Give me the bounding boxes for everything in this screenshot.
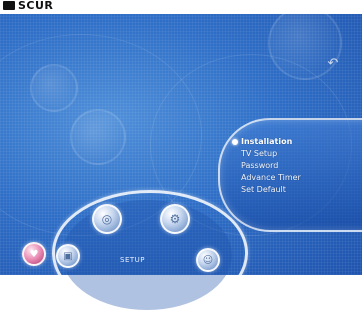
menu-item-password[interactable]: Password (232, 160, 301, 172)
menu-item-set-default[interactable]: Set Default (232, 184, 301, 196)
curved-arrow-icon: ↶ (327, 56, 339, 71)
setup-gear-icon[interactable]: ⚙ (160, 204, 190, 234)
logo-icon (3, 1, 15, 10)
pink-orb-icon[interactable]: ♥ (22, 242, 46, 266)
menu-item-label: Set Default (241, 185, 286, 194)
header-title: SCUR (18, 0, 54, 12)
carousel-arc (52, 190, 248, 316)
menu-item-label: Password (241, 161, 279, 170)
carousel-active-label: SETUP (120, 256, 145, 264)
selection-dot-icon (232, 139, 238, 145)
setup-menu-list: Installation TV Setup Password Advance T… (232, 136, 301, 196)
menu-item-installation[interactable]: Installation (232, 136, 301, 148)
menu-item-label: Installation (241, 137, 293, 146)
menu-item-label: TV Setup (241, 149, 278, 158)
globe-icon[interactable]: ◎ (92, 204, 122, 234)
menu-item-advance-timer[interactable]: Advance Timer (232, 172, 301, 184)
header-bar: SCUR (0, 0, 362, 14)
person-icon[interactable]: ☺ (196, 248, 220, 272)
tv-icon[interactable]: ▣ (56, 244, 80, 268)
menu-item-tv-setup[interactable]: TV Setup (232, 148, 301, 160)
menu-item-label: Advance Timer (241, 173, 301, 182)
